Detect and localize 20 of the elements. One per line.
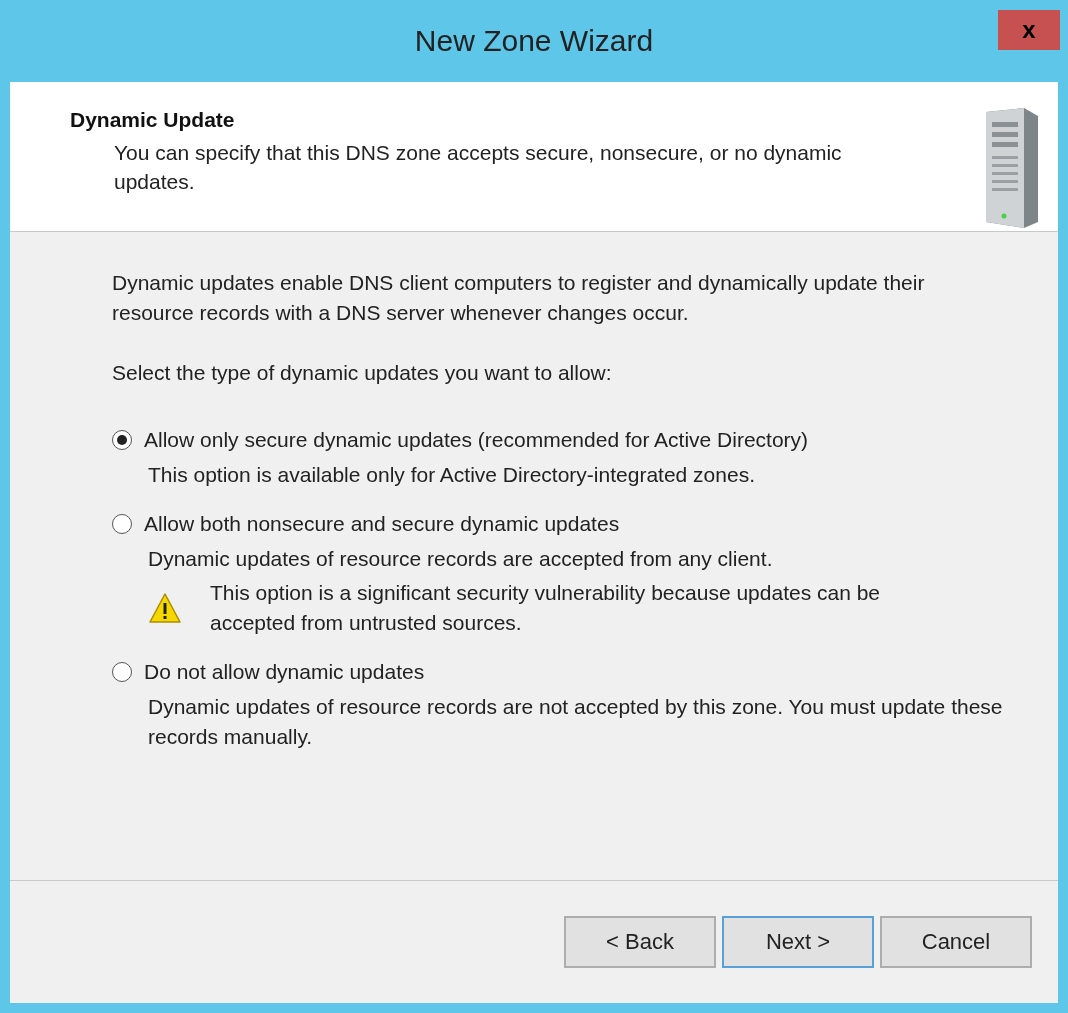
back-button[interactable]: < Back — [564, 916, 716, 968]
close-button[interactable]: x — [998, 10, 1060, 50]
warning-text: This option is a significant security vulnerability because updates can be accepted from untrusted sources. — [210, 580, 882, 636]
option-description: This option is available only for Active Directory-integrated zones. — [148, 462, 756, 488]
prompt-text: Select the type of dynamic updates you want to allow: — [112, 360, 613, 386]
radio-button[interactable] — [112, 430, 132, 450]
option-description: Dynamic updates of resource records are not accepted by this zone. You must update these records manually. — [148, 694, 1004, 750]
radio-button[interactable] — [112, 662, 132, 682]
next-button[interactable]: Next > — [722, 916, 874, 968]
radio-button[interactable] — [112, 514, 132, 534]
page-subtitle: You can specify that this DNS zone accepts secure, nonsecure, or no dynamic updates. — [114, 140, 843, 195]
option-description: Dynamic updates of resource records are accepted from any client. — [148, 546, 774, 572]
option-label[interactable]: Allow both nonsecure and secure dynamic updates — [144, 512, 620, 536]
cancel-button[interactable]: Cancel — [880, 916, 1032, 968]
window-title: New Zone Wizard — [414, 24, 654, 58]
intro-text: Dynamic updates enable DNS client computers to register and dynamically update their resource records with a DNS server whenever changes occur. — [112, 270, 926, 326]
page-title: Dynamic Update — [70, 108, 236, 132]
option-label[interactable]: Do not allow dynamic updates — [144, 660, 425, 684]
option-label[interactable]: Allow only secure dynamic updates (recommended for Active Directory) — [144, 428, 809, 452]
warning-icon — [148, 592, 182, 624]
